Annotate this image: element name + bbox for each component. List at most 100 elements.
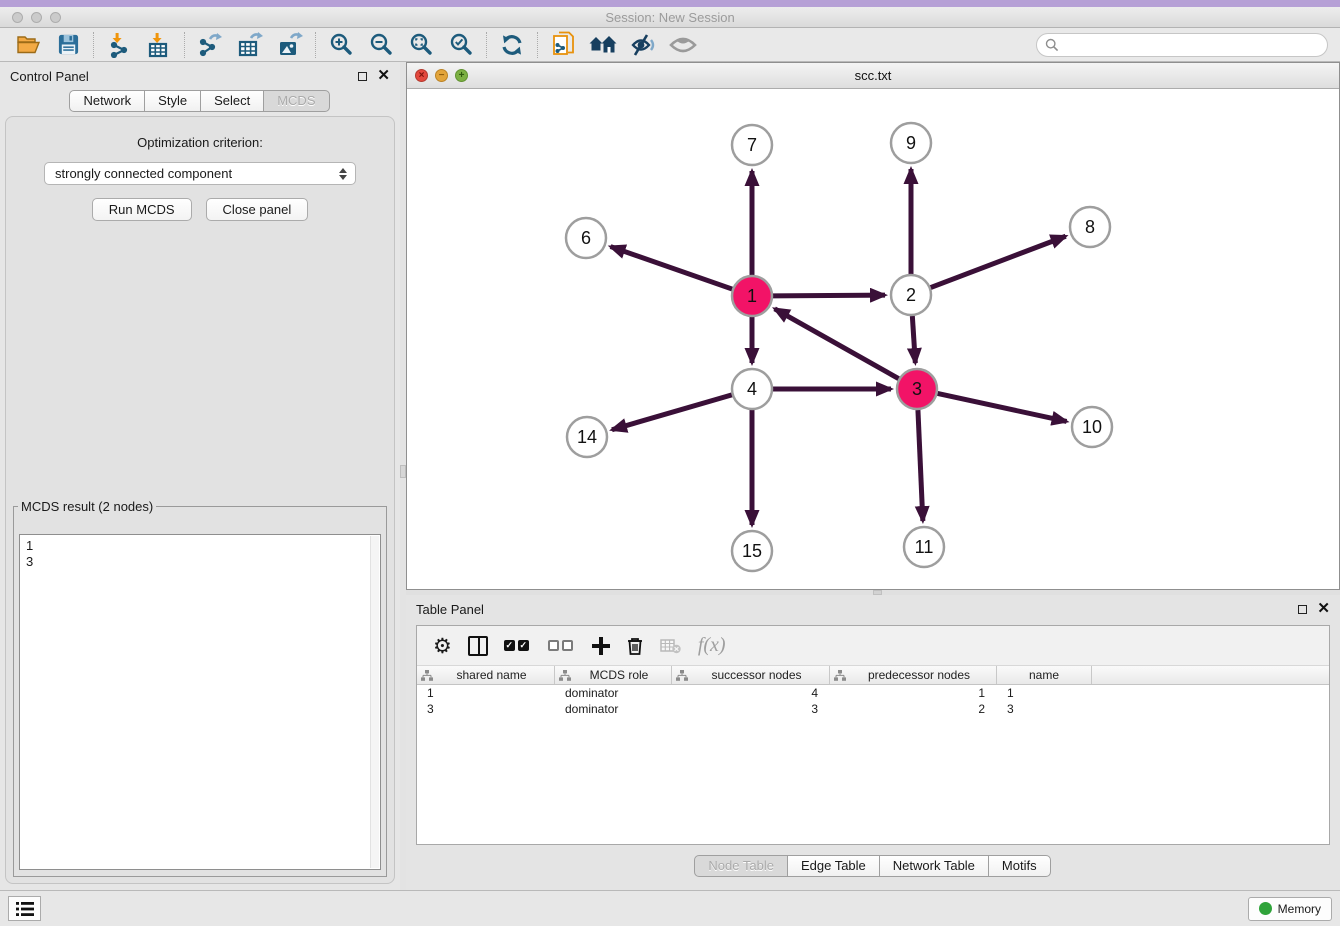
column-header-mcds-role[interactable]: MCDS role — [555, 666, 672, 684]
refresh-layout-button[interactable] — [492, 30, 532, 60]
graph-node-9[interactable]: 9 — [891, 123, 931, 163]
show-column-icon[interactable] — [468, 633, 488, 659]
search-input[interactable] — [1064, 37, 1319, 53]
graph-node-label: 7 — [747, 135, 757, 155]
graph-node-6[interactable]: 6 — [566, 218, 606, 258]
graph-edge-3-11[interactable] — [918, 410, 923, 521]
graph-node-4[interactable]: 4 — [732, 369, 772, 409]
column-header-name[interactable]: name — [997, 666, 1092, 684]
criterion-select-value: strongly connected component — [55, 166, 232, 181]
network-graph[interactable]: 7 9 6 8 1 2 4 3 14 10 15 11 — [407, 89, 1339, 589]
memory-button[interactable]: Memory — [1248, 897, 1332, 921]
graph-node-15[interactable]: 15 — [732, 531, 772, 571]
graph-node-7[interactable]: 7 — [732, 125, 772, 165]
network-canvas[interactable]: 7 9 6 8 1 2 4 3 14 10 15 11 — [407, 89, 1339, 589]
graph-node-1[interactable]: 1 — [732, 276, 772, 316]
graph-node-8[interactable]: 8 — [1070, 207, 1110, 247]
column-sort-icon — [421, 670, 433, 681]
settings-gear-icon[interactable]: ⚙ — [433, 633, 452, 659]
tab-style[interactable]: Style — [144, 90, 201, 112]
graph-edge-3-10[interactable] — [938, 393, 1067, 421]
mcds-result-textarea[interactable]: 1 3 — [19, 534, 381, 870]
graph-edge-3-1[interactable] — [775, 309, 899, 379]
delete-column-icon[interactable] — [626, 633, 644, 659]
graph-node-label: 4 — [747, 379, 757, 399]
import-table-icon — [146, 32, 172, 58]
result-scrollbar[interactable] — [370, 536, 379, 868]
zoom-selected-button[interactable] — [441, 30, 481, 60]
network-close-button[interactable]: × — [415, 69, 428, 82]
select-all-icon[interactable]: ✓✓ — [504, 633, 532, 659]
export-image-button[interactable] — [270, 30, 310, 60]
cell-name: 1 — [997, 686, 1092, 700]
tab-node-table[interactable]: Node Table — [694, 855, 788, 877]
table-row[interactable]: 3 dominator 3 2 3 — [417, 701, 1329, 717]
tab-edge-table[interactable]: Edge Table — [787, 855, 880, 877]
tab-network[interactable]: Network — [69, 90, 145, 112]
add-column-icon[interactable] — [592, 633, 610, 659]
import-network-button[interactable] — [99, 30, 139, 60]
zoom-in-button[interactable] — [321, 30, 361, 60]
save-session-button[interactable] — [48, 30, 88, 60]
column-header-predecessor-nodes[interactable]: predecessor nodes — [830, 666, 997, 684]
deselect-all-icon[interactable] — [548, 633, 576, 659]
task-history-button[interactable] — [8, 896, 41, 921]
graph-node-14[interactable]: 14 — [567, 417, 607, 457]
table-header-row: shared name MCDS role successor nodes — [417, 666, 1329, 685]
graph-node-2[interactable]: 2 — [891, 275, 931, 315]
close-panel-button[interactable]: Close panel — [206, 198, 309, 221]
column-header-shared-name[interactable]: shared name — [417, 666, 555, 684]
clone-network-button[interactable] — [543, 30, 583, 60]
float-panel-icon[interactable] — [358, 72, 367, 81]
hide-graphics-icon — [630, 33, 657, 56]
graph-edge-2-8[interactable] — [931, 236, 1066, 287]
clone-network-icon — [551, 31, 576, 58]
open-session-button[interactable] — [8, 30, 48, 60]
column-header-successor-nodes[interactable]: successor nodes — [672, 666, 830, 684]
run-mcds-button[interactable]: Run MCDS — [92, 198, 192, 221]
toolbar-separator — [184, 32, 185, 58]
hide-graphics-button[interactable] — [623, 30, 663, 60]
zoom-fit-icon — [409, 32, 434, 57]
zoom-out-button[interactable] — [361, 30, 401, 60]
cell-mcds-role: dominator — [555, 702, 672, 716]
mcds-result-line: 3 — [26, 554, 374, 570]
criterion-select[interactable]: strongly connected component — [44, 162, 356, 185]
graph-node-11[interactable]: 11 — [904, 527, 944, 567]
graph-edge-2-3[interactable] — [912, 316, 915, 363]
graph-node-10[interactable]: 10 — [1072, 407, 1112, 447]
node-table: shared name MCDS role successor nodes — [417, 666, 1329, 717]
tab-network-table[interactable]: Network Table — [879, 855, 989, 877]
cell-mcds-role: dominator — [555, 686, 672, 700]
cell-name: 3 — [997, 702, 1092, 716]
close-panel-icon[interactable]: ✕ — [377, 71, 390, 81]
search-field[interactable] — [1036, 33, 1328, 57]
control-panel-title: Control Panel — [10, 69, 358, 84]
float-panel-icon[interactable] — [1298, 605, 1307, 614]
splitter-handle[interactable] — [400, 465, 406, 478]
graph-edge-4-14[interactable] — [612, 395, 732, 430]
close-panel-icon[interactable]: ✕ — [1317, 604, 1330, 614]
graph-edge-1-6[interactable] — [611, 247, 733, 289]
network-zoom-button[interactable]: + — [455, 69, 468, 82]
tab-select[interactable]: Select — [200, 90, 264, 112]
tab-mcds[interactable]: MCDS — [263, 90, 329, 112]
show-graphics-icon — [669, 35, 697, 55]
table-row[interactable]: 1 dominator 4 1 1 — [417, 685, 1329, 701]
import-table-button[interactable] — [139, 30, 179, 60]
graph-edge-1-2[interactable] — [773, 295, 885, 296]
zoom-fit-button[interactable] — [401, 30, 441, 60]
network-minimize-button[interactable]: − — [435, 69, 448, 82]
cell-shared-name: 3 — [417, 702, 555, 716]
export-network-button[interactable] — [190, 30, 230, 60]
network-window-title: scc.txt — [407, 68, 1339, 83]
network-window-titlebar: × − + scc.txt — [407, 63, 1339, 89]
home-layout-button[interactable] — [583, 30, 623, 60]
export-table-button[interactable] — [230, 30, 270, 60]
optimization-criterion-label: Optimization criterion: — [6, 135, 394, 150]
graph-node-3[interactable]: 3 — [897, 369, 937, 409]
show-graphics-button[interactable] — [663, 30, 703, 60]
toolbar-separator — [486, 32, 487, 58]
tab-motifs[interactable]: Motifs — [988, 855, 1051, 877]
cell-shared-name: 1 — [417, 686, 555, 700]
